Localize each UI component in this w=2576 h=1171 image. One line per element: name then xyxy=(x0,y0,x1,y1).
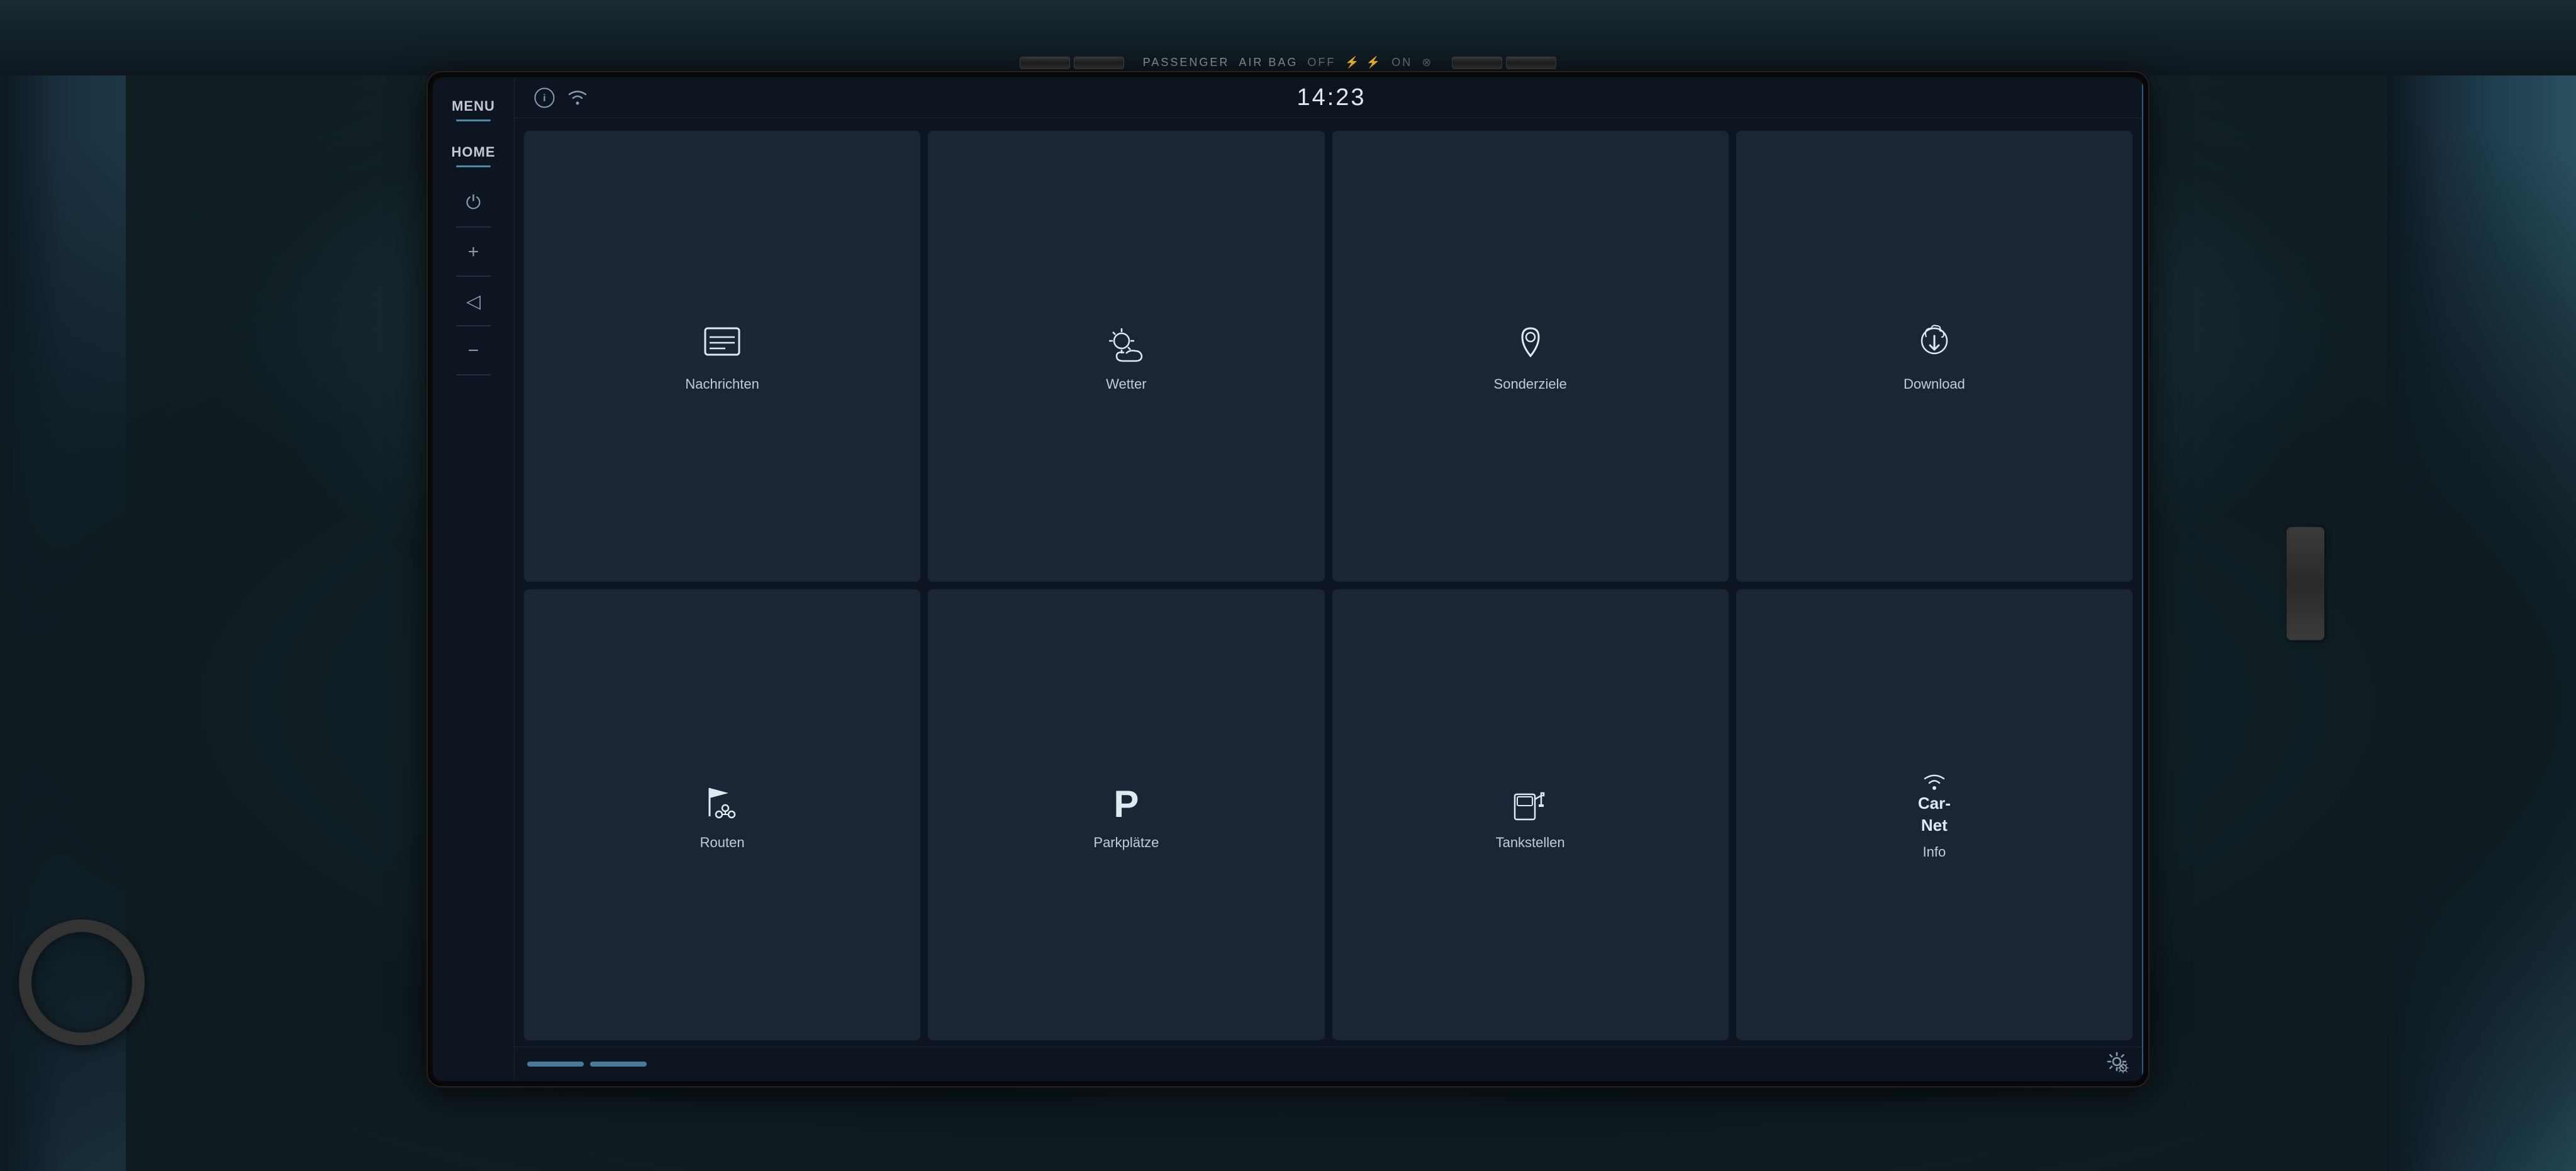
volume-button[interactable]: ◁ xyxy=(433,277,514,326)
airbag-cancel: ⊗ xyxy=(1422,56,1433,69)
right-vents xyxy=(1452,57,1556,69)
parkplaetze-cell[interactable]: P Parkplätze xyxy=(928,589,1324,1040)
routen-cell[interactable]: Routen xyxy=(524,589,920,1040)
plus-button[interactable]: + xyxy=(433,228,514,277)
tankstellen-cell[interactable]: Tankstellen xyxy=(1332,589,1729,1040)
tankstellen-icon xyxy=(1508,782,1553,826)
download-label: Download xyxy=(1904,376,1965,392)
nachrichten-label: Nachrichten xyxy=(685,376,759,392)
wetter-icon xyxy=(1104,323,1148,367)
plus-icon: + xyxy=(468,241,479,263)
airbag-label2: AIR BAG xyxy=(1239,56,1298,69)
info-circle-icon: i xyxy=(533,87,555,109)
parking-icon-container: P xyxy=(1104,782,1148,826)
carnet-text-container: Car- xyxy=(1918,794,1951,813)
carnet-wifi-icon xyxy=(1919,772,1950,791)
top-vents-area: PASSENGER AIR BAG OFF ⚡ ⚡ ON ⊗ xyxy=(0,0,2576,75)
info-label: Info xyxy=(1923,844,1946,860)
carnet-car-text: Car- xyxy=(1918,794,1951,813)
menu-button[interactable]: MENU xyxy=(433,87,514,133)
grid-row-2: Routen P Parkplätze xyxy=(524,589,2133,1040)
sidebar: MENU HOME ⏻ + ◁ − xyxy=(433,77,515,1081)
power-button[interactable]: ⏻ xyxy=(433,179,514,228)
carnet-net-text: Net xyxy=(1921,816,1948,835)
left-vents xyxy=(1020,57,1124,69)
vent-bar xyxy=(1020,57,1070,69)
airbag-on: ON xyxy=(1391,56,1412,69)
grid-row-1: Nachrichten xyxy=(524,131,2133,582)
scroll-indicators xyxy=(527,1062,647,1067)
steering-wheel xyxy=(19,919,145,1045)
volume-icon: ◁ xyxy=(466,291,481,313)
wetter-label: Wetter xyxy=(1106,376,1146,392)
vent-bar xyxy=(1074,57,1124,69)
info-cell[interactable]: Car- Net Info xyxy=(1736,589,2133,1040)
clock-display: 14:23 xyxy=(1296,84,1366,111)
scroll-tab-1[interactable] xyxy=(527,1062,584,1067)
routen-icon xyxy=(700,782,744,826)
app-grid: Nachrichten xyxy=(515,118,2142,1046)
svg-text:i: i xyxy=(543,93,545,104)
settings-gear-icon xyxy=(2104,1049,2129,1074)
infotainment-screen: MENU HOME ⏻ + ◁ − xyxy=(433,77,2143,1081)
car-interior: PASSENGER AIR BAG OFF ⚡ ⚡ ON ⊗ MENU HOME… xyxy=(0,0,2576,1171)
download-cell[interactable]: Download xyxy=(1736,131,2133,582)
scroll-tab-2[interactable] xyxy=(590,1062,647,1067)
screen-bezel: MENU HOME ⏻ + ◁ − xyxy=(428,72,2148,1086)
carnet-icon-container: Car- Net xyxy=(1918,772,1951,835)
wetter-cell[interactable]: Wetter xyxy=(928,131,1324,582)
nachrichten-icon xyxy=(700,323,744,367)
parkplaetze-label: Parkplätze xyxy=(1093,835,1159,851)
door-handle xyxy=(2287,527,2324,640)
routen-label: Routen xyxy=(700,835,745,851)
power-icon: ⏻ xyxy=(466,192,481,214)
home-button[interactable]: HOME xyxy=(433,133,514,179)
minus-button[interactable]: − xyxy=(433,326,514,375)
airbag-icons: ⚡ ⚡ xyxy=(1345,56,1382,69)
bottom-bar xyxy=(515,1046,2142,1081)
wifi-icon xyxy=(565,89,590,106)
status-bar: i 14:23 xyxy=(515,77,2142,118)
settings-button[interactable] xyxy=(2104,1049,2129,1079)
sonderziele-cell[interactable]: Sonderziele xyxy=(1332,131,1729,582)
vent-bar xyxy=(1506,57,1556,69)
nachrichten-cell[interactable]: Nachrichten xyxy=(524,131,920,582)
status-left: i xyxy=(533,87,590,109)
download-icon xyxy=(1912,323,1956,367)
airbag-label: PASSENGER xyxy=(1143,56,1230,69)
vent-bar xyxy=(1452,57,1502,69)
sonderziele-label: Sonderziele xyxy=(1494,376,1567,392)
vertical-divider xyxy=(2142,84,2143,1075)
main-content: i 14:23 xyxy=(515,77,2142,1081)
airbag-text-area: PASSENGER AIR BAG OFF ⚡ ⚡ ON ⊗ xyxy=(1143,56,1434,69)
sonderziele-icon xyxy=(1508,323,1553,367)
minus-icon: − xyxy=(468,340,479,362)
tankstellen-label: Tankstellen xyxy=(1496,835,1565,851)
airbag-off: OFF xyxy=(1307,56,1335,69)
parking-p-icon: P xyxy=(1113,782,1139,826)
